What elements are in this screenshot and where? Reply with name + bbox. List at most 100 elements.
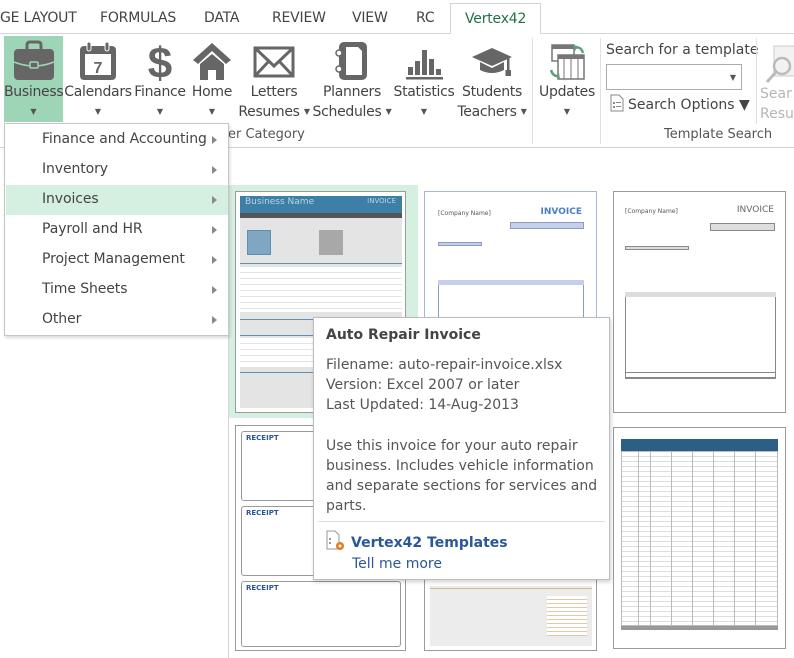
- chevron-down-icon: ▼: [520, 107, 527, 116]
- submenu-arrow-icon: [212, 196, 217, 204]
- tab-view[interactable]: VIEW: [352, 10, 388, 26]
- chevron-down-icon: ▼: [420, 107, 428, 116]
- statistics-label: Statistics: [393, 84, 455, 100]
- tooltip-description: Use this invoice for your auto repair bu…: [326, 438, 598, 514]
- home-label: Home: [191, 84, 233, 100]
- graduation-cap-icon: [472, 48, 512, 76]
- template-thumbnail-invoice-tracker[interactable]: [607, 421, 792, 658]
- home-icon: [193, 43, 231, 80]
- tell-me-more-link[interactable]: Tell me more: [352, 556, 442, 572]
- home-button[interactable]: Home ▼: [188, 36, 236, 122]
- thumb-heading: Business Name: [245, 197, 315, 207]
- students-label: Students: [461, 84, 522, 100]
- svg-text:7: 7: [94, 60, 103, 77]
- thumb-heading: RECEIPT: [246, 434, 279, 442]
- search-options-button[interactable]: Search Options ▼: [610, 94, 750, 113]
- menu-item-inventory[interactable]: Inventory: [6, 155, 228, 185]
- tab-page-layout[interactable]: GE LAYOUT: [0, 10, 77, 26]
- ribbon-separator: [600, 38, 601, 144]
- category-group-label: er Category: [228, 127, 305, 142]
- search-template-label: Search for a template: [606, 42, 759, 58]
- updates-button[interactable]: Updates ▼: [536, 36, 598, 122]
- menu-item-invoices[interactable]: Invoices: [6, 185, 228, 215]
- thumb-heading: [Company Name]: [625, 208, 678, 215]
- students-teachers-button[interactable]: Students Teachers ▼: [456, 36, 528, 122]
- search-template-input[interactable]: ▼: [606, 64, 742, 90]
- chevron-down-icon[interactable]: ▼: [730, 73, 736, 82]
- ribbon-separator: [532, 38, 533, 144]
- finance-button[interactable]: $ Finance ▼: [133, 36, 187, 122]
- tooltip-version: Version: Excel 2007 or later: [326, 377, 520, 393]
- letters-label: Letters: [250, 84, 298, 100]
- template-thumbnail-invoice-gray[interactable]: [Company Name] INVOICE: [607, 185, 792, 418]
- magnifier-icon: [765, 45, 794, 84]
- search-results-label-2: Resu: [760, 106, 794, 122]
- tooltip-divider: [318, 521, 605, 522]
- tab-formulas[interactable]: FORMULAS: [100, 10, 176, 26]
- thumb-heading-2: RECEIPT: [246, 509, 279, 517]
- tab-rc[interactable]: RC: [416, 10, 435, 26]
- search-results-label: Sear: [760, 86, 792, 102]
- thumb-badge: INVOICE: [540, 207, 582, 217]
- menu-item-finance-and-accounting[interactable]: Finance and Accounting: [6, 125, 228, 155]
- menu-item-time-sheets[interactable]: Time Sheets: [6, 275, 228, 305]
- chevron-down-icon: ▼: [208, 107, 216, 116]
- submenu-arrow-icon: [212, 286, 217, 294]
- dollar-icon: $: [148, 40, 172, 82]
- chevron-down-icon: ▼: [563, 107, 571, 116]
- search-options-label: Search Options: [628, 97, 735, 113]
- briefcase-icon: [13, 40, 54, 80]
- business-category-menu: Finance and Accounting Inventory Invoice…: [4, 123, 229, 336]
- ribbon-tab-bar: GE LAYOUT FORMULAS DATA REVIEW VIEW RC V…: [0, 0, 794, 35]
- thumb-badge: INVOICE: [736, 205, 774, 215]
- calendar-icon: 7: [80, 41, 116, 80]
- planner-icon: [335, 42, 367, 80]
- planners-schedules-button[interactable]: Planners Schedules ▼: [312, 36, 392, 122]
- tab-review[interactable]: REVIEW: [272, 10, 326, 26]
- calendars-label: Calendars: [64, 84, 132, 100]
- menu-item-payroll-and-hr[interactable]: Payroll and HR: [6, 215, 228, 245]
- thumb-heading: [Company Name]: [438, 210, 491, 217]
- statistics-button[interactable]: Statistics ▼: [393, 36, 455, 122]
- ribbon-separator: [756, 38, 757, 124]
- submenu-arrow-icon: [212, 166, 217, 174]
- schedules-label: Schedules: [312, 104, 382, 120]
- business-button[interactable]: Business ▼: [4, 36, 64, 122]
- chevron-down-icon: ▼: [303, 107, 310, 116]
- chevron-down-icon: ▼: [30, 107, 37, 116]
- calendars-button[interactable]: 7 Calendars ▼: [64, 36, 132, 122]
- tooltip-filename: Filename: auto-repair-invoice.xlsx: [326, 357, 563, 373]
- resumes-label: Resumes: [238, 104, 300, 120]
- thumb-badge: INVOICE: [367, 197, 396, 205]
- chevron-down-icon: ▼: [385, 107, 392, 116]
- business-label: Business: [4, 84, 64, 100]
- menu-item-project-management[interactable]: Project Management: [6, 245, 228, 275]
- teachers-label: Teachers: [457, 104, 517, 120]
- menu-item-other[interactable]: Other: [6, 305, 228, 335]
- tab-data[interactable]: DATA: [204, 10, 239, 26]
- tooltip-title: Auto Repair Invoice: [326, 327, 481, 343]
- options-document-icon: [610, 94, 624, 112]
- updates-label: Updates: [539, 84, 595, 100]
- tooltip-brand-label: Vertex42 Templates: [351, 535, 508, 551]
- tab-vertex42[interactable]: Vertex42: [450, 3, 542, 35]
- planners-label: Planners: [323, 84, 381, 100]
- thumb-heading-3: RECEIPT: [246, 584, 279, 592]
- updates-icon: [549, 44, 585, 80]
- chevron-down-icon: ▼: [156, 107, 164, 116]
- search-results-button: Sear Resu: [760, 44, 794, 124]
- chevron-down-icon: ▼: [94, 107, 102, 116]
- submenu-arrow-icon: [212, 316, 217, 324]
- bar-chart-icon: [406, 50, 443, 80]
- template-search-group-label: Template Search: [664, 127, 773, 142]
- submenu-arrow-icon: [212, 136, 217, 144]
- letters-resumes-button[interactable]: Letters Resumes ▼: [238, 36, 310, 122]
- submenu-arrow-icon: [212, 256, 217, 264]
- envelope-icon: [253, 46, 295, 78]
- template-tooltip: Auto Repair Invoice Filename: auto-repai…: [313, 317, 610, 580]
- tooltip-last-updated: Last Updated: 14-Aug-2013: [326, 397, 519, 413]
- tooltip-brand: Vertex42 Templates: [326, 530, 508, 552]
- submenu-arrow-icon: [212, 226, 217, 234]
- svg-text:$: $: [148, 40, 172, 82]
- finance-label: Finance: [134, 84, 186, 100]
